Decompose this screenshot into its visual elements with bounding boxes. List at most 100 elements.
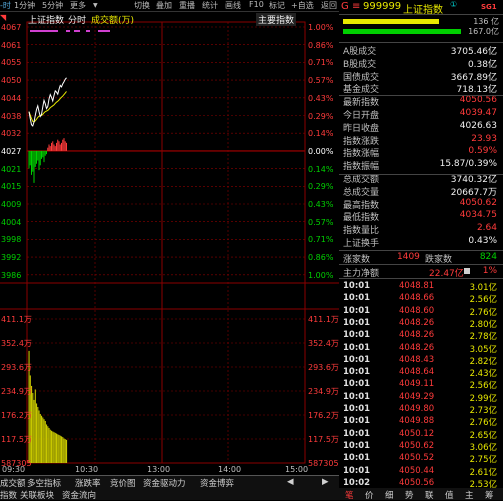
- volume-axis-right-label: 352.4万: [308, 339, 339, 348]
- quote-tab[interactable]: 主: [465, 489, 474, 501]
- tick-amount: 2.82亿: [469, 356, 497, 367]
- stat-label: A股成交: [343, 47, 377, 57]
- price-axis-right-label: 1.00%: [308, 270, 334, 280]
- price-axis-left-label: 4004: [1, 217, 22, 227]
- tick-row: 10:01 4050.44 2.61亿: [339, 466, 503, 478]
- tick-row: 10:01 4050.62 3.06亿: [339, 441, 503, 453]
- price-axis-left-label: 4038: [1, 111, 22, 121]
- price-axis-right-label: 0.14%: [308, 129, 334, 139]
- main-index-button[interactable]: 主要指数: [256, 13, 297, 26]
- tab-fund-flow[interactable]: 资金流向: [62, 489, 96, 501]
- menu-icon[interactable]: ≡: [352, 1, 360, 12]
- stat-label: 上证换手: [343, 239, 380, 249]
- arrow-left-icon[interactable]: ◀: [287, 477, 294, 487]
- quote-tab[interactable]: 势: [405, 489, 414, 501]
- price-axis-left-label: 4032: [1, 129, 22, 139]
- tick-amount: 3.01亿: [469, 283, 497, 293]
- net-flow-row: 主力净额 22.47亿 1%: [339, 265, 503, 279]
- stat-label: 指数涨幅: [343, 149, 380, 160]
- price-axis-right-label: 0.57%: [308, 217, 334, 227]
- header-marker: ◥: [0, 13, 7, 22]
- order-bars: 136 亿 167.0亿: [339, 16, 503, 43]
- chart-header: ◥ 上证指数 分时 成交额(万) 主要指数: [0, 13, 339, 26]
- tab-related-sectors[interactable]: 关联板块: [20, 489, 54, 501]
- chart-index-name: 上证指数: [28, 16, 65, 26]
- stat-label: 国债成交: [343, 72, 380, 83]
- price-line: [28, 77, 67, 127]
- tick-time: 10:01: [343, 342, 371, 353]
- stat-value: 0.43%: [468, 236, 497, 246]
- quote-tab[interactable]: 笔: [345, 489, 354, 501]
- chart-grid: [0, 21, 339, 464]
- volume-axis-right-label: 293.6万: [308, 363, 339, 372]
- down-count-value: 824: [479, 252, 497, 262]
- stat-row: 今日开盘 4039.47: [339, 108, 503, 121]
- quote-name: 上证指数: [403, 5, 443, 16]
- tick-time: 10:01: [343, 404, 371, 414]
- quote-badge: SG1: [481, 3, 497, 11]
- stat-row: 总成交量 20667.7万: [339, 185, 503, 198]
- quote-tab[interactable]: 细: [385, 489, 394, 501]
- stat-value: 2.64: [476, 223, 497, 234]
- tick-time: 10:01: [343, 367, 371, 378]
- up-count-value: 1409: [397, 252, 420, 262]
- order-bar-bottom: [343, 29, 461, 34]
- volume-axis-right-label: 587305: [308, 459, 339, 468]
- tick-row: 10:01 4048.64 2.43亿: [339, 367, 503, 379]
- tick-price: 4050.12: [399, 428, 435, 439]
- tick-price: 4049.11: [399, 379, 435, 390]
- arrow-right-icon[interactable]: ▶: [322, 477, 329, 487]
- tick-price: 4048.26: [399, 342, 435, 353]
- info-icon[interactable]: ①: [450, 0, 457, 9]
- quote-tab[interactable]: 值: [445, 489, 454, 501]
- stat-value: 0.38亿: [467, 59, 497, 70]
- price-axis-right-label: 0.43%: [308, 200, 334, 209]
- quote-panel: G ≡ 999999 上证指数 ① SG1 136 亿 167.0亿 A股成交 3…: [339, 0, 503, 500]
- stat-value: 3667.89亿: [450, 72, 497, 83]
- down-count-label: 跌家数: [425, 255, 453, 265]
- quote-tab[interactable]: 联: [425, 489, 434, 501]
- time-axis-label: 15:00: [285, 465, 309, 474]
- tick-time: 10:01: [343, 440, 371, 451]
- legend-marker-pink-5: [98, 30, 110, 32]
- price-axis-right-label: 0.57%: [308, 76, 334, 86]
- stat-value: 718.13亿: [456, 85, 498, 96]
- tick-amount: 2.75亿: [469, 455, 497, 466]
- stat-row: A股成交 3705.46亿: [339, 44, 503, 57]
- tick-row: 10:01 4048.43 2.82亿: [339, 355, 503, 367]
- tick-time: 10:01: [343, 465, 371, 476]
- tick-price: 4048.66: [399, 293, 435, 304]
- intraday-chart[interactable]: [0, 0, 339, 475]
- chart-mode: 分时: [68, 16, 87, 26]
- tick-time: 10:01: [343, 293, 371, 304]
- quote-tab[interactable]: 价: [365, 489, 374, 501]
- tick-price: 4048.81: [399, 281, 435, 291]
- tab-index[interactable]: 指数: [0, 489, 17, 501]
- quote-code: 999999: [363, 1, 402, 12]
- tick-time: 10:01: [343, 281, 371, 291]
- tick-row: 10:01 4048.26 2.78亿: [339, 330, 503, 342]
- price-axis-right-label: 0.71%: [308, 235, 334, 245]
- time-axis-label: 10:30: [75, 465, 99, 474]
- price-axis-left-label: 3992: [1, 253, 22, 263]
- stat-value: 4026.63: [459, 120, 497, 131]
- order-bar-bottom-value: 167.0亿: [468, 27, 499, 36]
- tick-row: 10:01 4048.60 2.76亿: [339, 306, 503, 318]
- net-flow-square-icon: [464, 268, 470, 274]
- time-axis-label: 14:00: [218, 465, 242, 474]
- tick-time: 10:01: [343, 379, 371, 390]
- price-axis-left-label: 4067: [1, 23, 22, 32]
- price-axis-right-label: 0.86%: [308, 40, 334, 50]
- tick-time: 10:01: [343, 317, 371, 328]
- stat-row: B股成交 0.38亿: [339, 57, 503, 70]
- tick-amount: 2.80亿: [469, 319, 497, 330]
- tick-price: 4048.43: [399, 354, 435, 365]
- time-axis-label: 13:00: [147, 465, 171, 474]
- chart-indicator: 成交额(万): [91, 16, 135, 26]
- volume-axis-right-label: 411.1万: [308, 315, 339, 324]
- price-axis-right-label: 1.00%: [308, 23, 334, 32]
- order-bar-top: [343, 19, 440, 24]
- price-axis-left-label: 4009: [1, 200, 22, 209]
- quote-tab[interactable]: 筹: [485, 489, 494, 501]
- stat-value: 15.87/0.39%: [439, 159, 497, 170]
